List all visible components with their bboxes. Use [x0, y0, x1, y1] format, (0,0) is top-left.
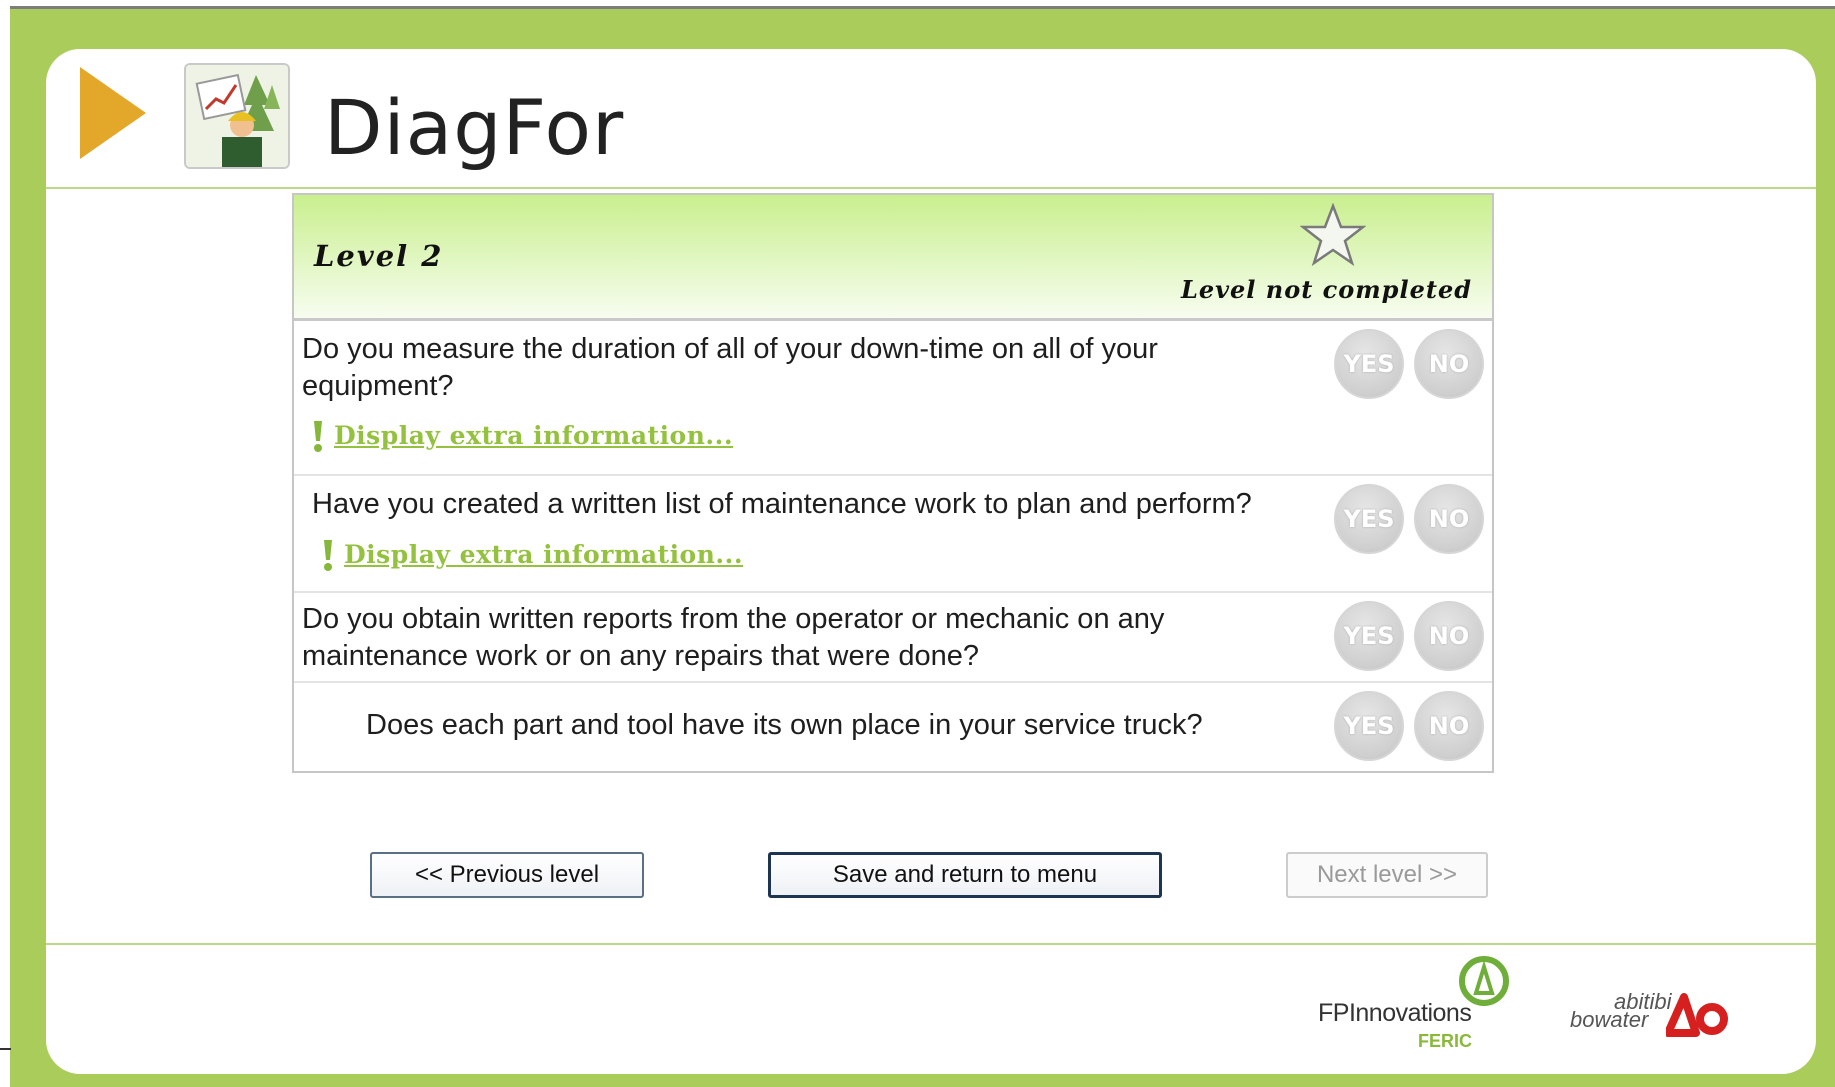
level-status: Level not completed [1180, 275, 1472, 304]
previous-level-button[interactable]: << Previous level [370, 852, 644, 898]
display-info-link[interactable]: Display extra information... [344, 540, 743, 569]
question-row: Do you measure the duration of all of yo… [294, 321, 1492, 476]
forester-icon [184, 63, 290, 169]
app-frame: DiagFor Level 2 Level not completed Do y… [10, 6, 1835, 1087]
question-text: Does each part and tool have its own pla… [366, 709, 1203, 741]
question-row: Does each part and tool have its own pla… [294, 683, 1492, 771]
question-text: Do you measure the duration of all of yo… [302, 333, 1158, 402]
display-info-link[interactable]: Display extra information... [334, 421, 733, 450]
yes-button[interactable]: YES [1334, 329, 1404, 399]
edge-line [0, 1048, 11, 1050]
level-header: Level 2 Level not completed [294, 195, 1492, 321]
exclamation-icon [324, 540, 332, 571]
abitibi-bowater-logo: abitibi bowater [1570, 989, 1750, 1059]
fpinnovations-name: FPInnovations [1318, 999, 1472, 1027]
app-header: DiagFor [46, 49, 1816, 189]
save-return-button[interactable]: Save and return to menu [768, 852, 1162, 898]
footer-divider [46, 943, 1816, 945]
yes-button[interactable]: YES [1334, 484, 1404, 554]
yes-button[interactable]: YES [1334, 601, 1404, 671]
main-panel: DiagFor Level 2 Level not completed Do y… [46, 49, 1816, 1074]
question-panel: Level 2 Level not completed Do you measu… [292, 193, 1494, 773]
app-title: DiagFor [324, 83, 625, 172]
level-title: Level 2 [314, 239, 444, 273]
question-row: Have you created a written list of maint… [294, 476, 1492, 593]
no-button[interactable]: NO [1414, 484, 1484, 554]
next-level-button[interactable]: Next level >> [1286, 852, 1488, 898]
no-button[interactable]: NO [1414, 601, 1484, 671]
question-row: Do you obtain written reports from the o… [294, 593, 1492, 683]
feric-label: FERIC [1418, 1031, 1472, 1051]
question-text: Do you obtain written reports from the o… [302, 603, 1165, 672]
question-text: Have you created a written list of maint… [312, 488, 1252, 520]
star-icon [1300, 203, 1366, 267]
exclamation-icon [314, 421, 322, 452]
abitibi-bowater-mark-icon [1666, 993, 1728, 1037]
yes-button[interactable]: YES [1334, 691, 1404, 761]
no-button[interactable]: NO [1414, 329, 1484, 399]
fpinnovations-logo: FPInnovations FERIC [1306, 953, 1546, 1053]
no-button[interactable]: NO [1414, 691, 1484, 761]
play-icon[interactable] [80, 67, 146, 159]
bowater-text: bowater [1570, 1007, 1649, 1032]
